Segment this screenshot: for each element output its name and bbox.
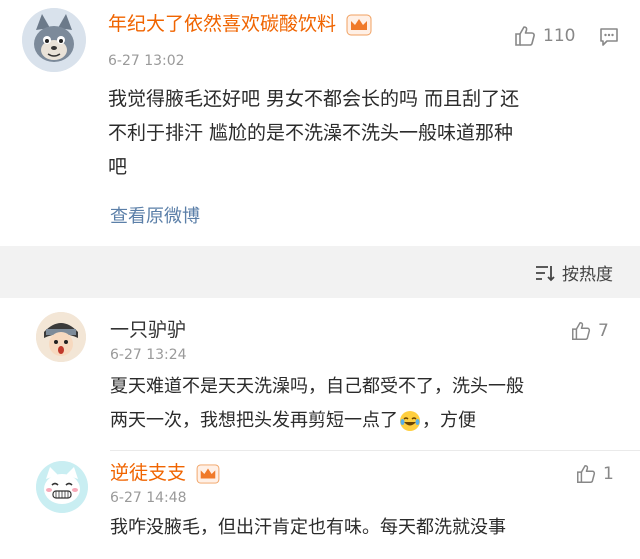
sort-label: 按热度: [562, 265, 613, 285]
sort-bar: 按热度: [0, 246, 640, 298]
username[interactable]: 年纪大了依然喜欢碳酸饮料: [108, 12, 372, 36]
comment-button[interactable]: [598, 26, 620, 52]
post-text-line-3: 吧: [108, 156, 128, 178]
comment-text-line-1: 我咋没腋毛，但出汗肯定也有味。每天都洗就没事: [110, 517, 506, 538]
main-post: 年纪大了依然喜欢碳酸饮料 6-27 13:02 110 我觉得腋毛还好吧 男女不…: [0, 0, 640, 246]
comment-text-part: 两天一次，我想把头发再剪短一点了: [110, 410, 398, 431]
comment-text-line-1: 夏天难道不是天天洗澡吗，自己都受不了，洗头一般: [110, 376, 524, 397]
cartoon-avatar-icon: [36, 312, 86, 362]
like-button[interactable]: 110: [513, 24, 575, 48]
username-text[interactable]: 年纪大了依然喜欢碳酸饮料: [108, 13, 336, 35]
post-text-line-1: 我觉得腋毛还好吧 男女不都会长的吗 而且刮了还: [108, 88, 520, 110]
username[interactable]: 逆徒支支: [110, 461, 220, 485]
thumbs-up-icon: [515, 26, 535, 46]
comment-text-line-2: 两天一次，我想把头发再剪短一点了 ，方便: [110, 404, 476, 438]
like-count: 110: [543, 26, 576, 46]
comment-item: 逆徒支支 6-27 14:48 1 我咋没腋毛，但出汗肯定也有味。每天都洗就没事: [0, 451, 640, 559]
comment-time: 6-27 14:48: [110, 490, 187, 506]
vip-crown-icon: [346, 14, 372, 35]
like-count: 1: [603, 464, 614, 484]
like-button[interactable]: 1: [575, 463, 614, 485]
view-original-link[interactable]: 查看原微博: [110, 202, 200, 228]
like-button[interactable]: 7: [570, 320, 609, 342]
comment-list: 一只驴驴 6-27 13:24 7 夏天难道不是天天洗澡吗，自己都受不了，洗头一…: [0, 298, 640, 559]
cat-avatar-icon: [22, 8, 86, 72]
comment-icon: [600, 28, 618, 46]
avatar[interactable]: [36, 461, 88, 513]
thumbs-up-icon: [572, 322, 591, 340]
laughing-tears-emoji-icon: [400, 411, 420, 431]
thumbs-up-icon: [577, 465, 596, 483]
post-time: 6-27 13:02: [108, 53, 185, 69]
comment-text-part: ，方便: [422, 410, 476, 431]
avatar[interactable]: [36, 312, 86, 362]
sort-by-hot-button[interactable]: 按热度: [534, 260, 613, 285]
sort-icon: [536, 265, 555, 281]
username[interactable]: 一只驴驴: [110, 318, 186, 342]
cat-avatar-icon: [36, 461, 88, 513]
comment-item: 一只驴驴 6-27 13:24 7 夏天难道不是天天洗澡吗，自己都受不了，洗头一…: [0, 298, 640, 448]
post-text-line-2: 不利于排汗 尴尬的是不洗澡不洗头一般味道那种: [108, 122, 514, 144]
vip-crown-icon: [196, 463, 220, 484]
comment-time: 6-27 13:24: [110, 347, 187, 363]
avatar[interactable]: [22, 8, 86, 72]
like-count: 7: [598, 321, 609, 341]
username-text[interactable]: 逆徒支支: [110, 462, 186, 484]
